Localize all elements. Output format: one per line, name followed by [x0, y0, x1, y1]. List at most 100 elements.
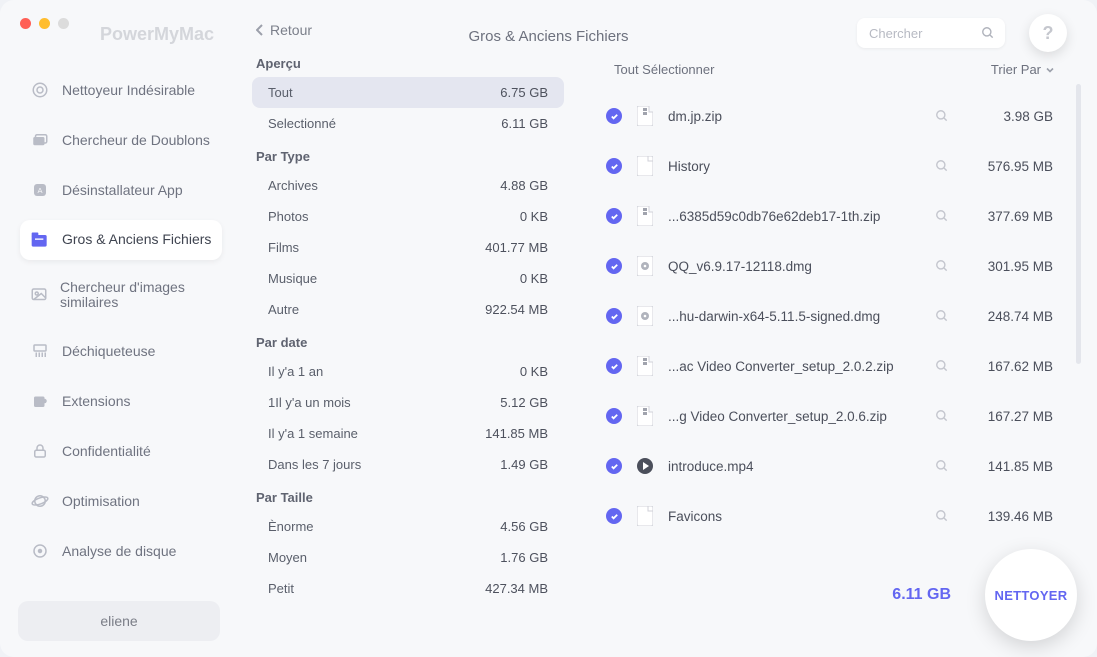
checkbox[interactable]: [606, 258, 622, 274]
filter-section-title: Aperçu: [256, 56, 564, 71]
checkbox[interactable]: [606, 508, 622, 524]
reveal-icon[interactable]: [935, 359, 949, 373]
close-window-button[interactable]: [20, 18, 31, 29]
sidebar-item-disk[interactable]: Analyse de disque: [20, 531, 222, 571]
reveal-icon[interactable]: [935, 509, 949, 523]
file-size: 3.98 GB: [967, 109, 1053, 124]
filter-row[interactable]: Tout6.75 GB: [252, 77, 564, 108]
sidebar-item-label: Confidentialité: [62, 443, 151, 459]
filter-value: 6.75 GB: [500, 85, 548, 100]
filter-label: Films: [268, 240, 299, 255]
sidebar-item-shredder[interactable]: Déchiqueteuse: [20, 331, 222, 371]
filter-row[interactable]: Musique 0 KB: [252, 263, 564, 294]
checkbox[interactable]: [606, 458, 622, 474]
svg-text:A: A: [37, 186, 42, 195]
filter-row[interactable]: Dans les 7 jours1.49 GB: [252, 449, 564, 480]
checkbox[interactable]: [606, 408, 622, 424]
reveal-icon[interactable]: [935, 309, 949, 323]
filter-panel: Retour Aperçu Tout6.75 GBSelectionné6.11 …: [238, 0, 580, 657]
sidebar-item-files[interactable]: Gros & Anciens Fichiers: [20, 220, 222, 260]
filter-label: Moyen: [268, 550, 307, 565]
filter-row[interactable]: Photos0 KB: [252, 201, 564, 232]
file-size: 139.46 MB: [967, 509, 1053, 524]
sidebar-item-target[interactable]: Nettoyeur Indésirable: [20, 70, 222, 110]
filter-row[interactable]: 1Il y'a un mois5.12 GB: [252, 387, 564, 418]
file-row[interactable]: ...ac Video Converter_setup_2.0.2.zip167…: [600, 341, 1059, 391]
checkbox[interactable]: [606, 208, 622, 224]
sidebar-item-label: Extensions: [62, 393, 130, 409]
user-pill[interactable]: eliene: [18, 601, 220, 641]
sidebar-item-image[interactable]: Chercheur d'images similaires: [20, 270, 222, 321]
file-row[interactable]: QQ_v6.9.17-12118.dmg301.95 MB: [600, 241, 1059, 291]
filter-row[interactable]: Films401.77 MB: [252, 232, 564, 263]
file-row[interactable]: ...hu-darwin-x64-5.11.5-signed.dmg248.74…: [600, 291, 1059, 341]
reveal-icon[interactable]: [935, 259, 949, 273]
app-title: PowerMyMac: [100, 24, 214, 45]
reveal-icon[interactable]: [935, 109, 949, 123]
files-icon: [30, 230, 50, 250]
file-panel: Tout Sélectionner Trier Par dm.jp.zip3.9…: [580, 0, 1097, 657]
file-row[interactable]: Favicons139.46 MB: [600, 491, 1059, 541]
reveal-icon[interactable]: [935, 409, 949, 423]
checkbox[interactable]: [606, 108, 622, 124]
minimize-window-button[interactable]: [39, 18, 50, 29]
sort-button[interactable]: Trier Par: [991, 62, 1055, 77]
filter-row[interactable]: Moyen1.76 GB: [252, 542, 564, 573]
filter-label: Archives: [268, 178, 318, 193]
checkbox[interactable]: [606, 358, 622, 374]
filter-value: 922.54 MB: [485, 302, 548, 317]
file-type-icon: [636, 105, 654, 127]
sidebar-item-lock[interactable]: Confidentialité: [20, 431, 222, 471]
back-button[interactable]: Retour: [256, 22, 564, 38]
file-type-icon: [636, 355, 654, 377]
file-type-icon: [636, 505, 654, 527]
maximize-window-button[interactable]: [58, 18, 69, 29]
reveal-icon[interactable]: [935, 159, 949, 173]
file-row[interactable]: dm.jp.zip3.98 GB: [600, 91, 1059, 141]
target-icon: [30, 80, 50, 100]
filter-row[interactable]: Autre922.54 MB: [252, 294, 564, 325]
filter-row[interactable]: Selectionné6.11 GB: [252, 108, 564, 139]
file-name: introduce.mp4: [668, 459, 917, 474]
clean-button[interactable]: NETTOYER: [985, 549, 1077, 641]
filter-label: 1Il y'a un mois: [268, 395, 351, 410]
file-row[interactable]: ...6385d59c0db76e62deb17-1th.zip377.69 M…: [600, 191, 1059, 241]
sidebar-item-puzzle[interactable]: Extensions: [20, 381, 222, 421]
filter-value: 0 KB: [520, 271, 548, 286]
clean-bar: 6.11 GB NETTOYER: [600, 549, 1077, 641]
filter-row[interactable]: Il y'a 1 semaine141.85 MB: [252, 418, 564, 449]
scrollbar[interactable]: [1076, 84, 1081, 364]
disk-icon: [30, 541, 50, 561]
file-row[interactable]: ...g Video Converter_setup_2.0.6.zip167.…: [600, 391, 1059, 441]
planet-icon: [30, 491, 50, 511]
filter-label: Ènorme: [268, 519, 314, 534]
sidebar-item-folders[interactable]: Chercheur de Doublons: [20, 120, 222, 160]
filter-row[interactable]: Ènorme 4.56 GB: [252, 511, 564, 542]
file-name: ...ac Video Converter_setup_2.0.2.zip: [668, 359, 917, 374]
sidebar-item-label: Chercheur d'images similaires: [60, 280, 212, 311]
filter-value: 0 KB: [520, 364, 548, 379]
checkbox[interactable]: [606, 308, 622, 324]
file-row[interactable]: introduce.mp4141.85 MB: [600, 441, 1059, 491]
app-icon: A: [30, 180, 50, 200]
filter-row[interactable]: Il y'a 1 an 0 KB: [252, 356, 564, 387]
sidebar-item-planet[interactable]: Optimisation: [20, 481, 222, 521]
sidebar-item-app[interactable]: ADésinstallateur App: [20, 170, 222, 210]
filter-value: 4.56 GB: [500, 519, 548, 534]
back-label: Retour: [270, 22, 312, 38]
filter-label: Musique: [268, 271, 317, 286]
image-icon: [30, 285, 48, 305]
checkbox[interactable]: [606, 158, 622, 174]
select-all-label[interactable]: Tout Sélectionner: [614, 62, 714, 77]
filter-row[interactable]: Archives4.88 GB: [252, 170, 564, 201]
reveal-icon[interactable]: [935, 209, 949, 223]
filter-label: Il y'a 1 an: [268, 364, 323, 379]
filter-label: Photos: [268, 209, 308, 224]
file-name: ...hu-darwin-x64-5.11.5-signed.dmg: [668, 309, 917, 324]
filter-value: 141.85 MB: [485, 426, 548, 441]
file-type-icon: [636, 205, 654, 227]
reveal-icon[interactable]: [935, 459, 949, 473]
file-name: ...g Video Converter_setup_2.0.6.zip: [668, 409, 917, 424]
file-row[interactable]: History576.95 MB: [600, 141, 1059, 191]
filter-row[interactable]: Petit427.34 MB: [252, 573, 564, 604]
